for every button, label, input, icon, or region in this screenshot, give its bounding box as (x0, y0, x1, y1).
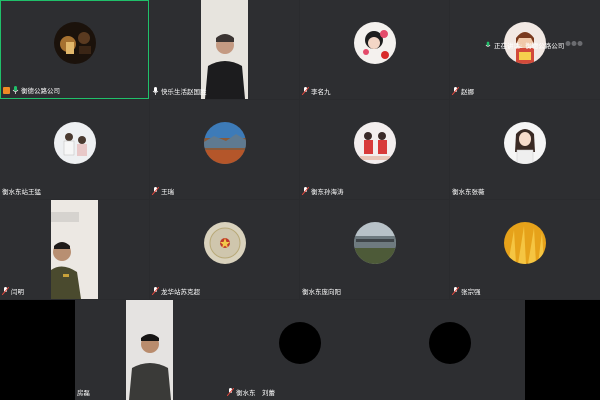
avatar (429, 322, 471, 364)
participant-name: 赵娜 (461, 88, 474, 96)
participant-name: 龙华站苏克超 (161, 288, 200, 296)
avatar (353, 21, 396, 64)
mic-muted-icon (452, 287, 459, 295)
speaking-indicator: 正在讲话: 衡德公路公司 (485, 40, 564, 50)
empty-area-left (0, 300, 75, 400)
participant-label: 衡水东站王猛 (2, 186, 41, 196)
avatar (353, 221, 396, 264)
participant-name: 衡水东张薇 (452, 188, 485, 196)
more-options-icon[interactable] (565, 40, 583, 47)
participant-name: 王瑞 (161, 188, 174, 196)
mic-muted-icon (152, 287, 159, 295)
mic-muted-icon (227, 388, 234, 396)
participant-label: 衡水东庞向阳 (302, 286, 341, 296)
participant-tile-yan-ming[interactable]: 闫明 (0, 200, 149, 299)
participant-tile-unnamed[interactable] (375, 300, 525, 400)
participant-tile-wang-meng[interactable]: 衡水东站王猛 (0, 100, 149, 199)
participant-label: 龙华站苏克超 (152, 286, 200, 296)
avatar (353, 121, 396, 164)
participant-name: 张宗强 (461, 288, 481, 296)
participant-label: 李名九 (302, 86, 331, 96)
participant-tile-pang-xiangyang[interactable]: 衡水东庞向阳 (300, 200, 449, 299)
mic-on-icon (152, 87, 159, 95)
mic-muted-icon (152, 187, 159, 195)
participant-tile-su-kechao[interactable]: 龙华站苏克超 (150, 200, 299, 299)
avatar (504, 121, 546, 164)
mic-muted-icon (2, 287, 9, 295)
video-feed (51, 200, 98, 299)
mic-on-icon (485, 41, 491, 47)
participant-tile-zhang-wei[interactable]: 衡水东张薇 (450, 100, 600, 199)
mic-muted-icon (452, 87, 459, 95)
video-feed (201, 0, 248, 99)
mic-muted-icon (302, 187, 309, 195)
participant-name: 衡水东站王猛 (2, 188, 41, 196)
participant-tile-hengde-company[interactable]: 衡德公路公司 (0, 0, 149, 99)
participant-label: 快乐生活赵国胜 (152, 86, 207, 96)
participant-label: 房磊 (77, 387, 90, 397)
participant-tile-li-mingjiu[interactable]: 李名九 (300, 0, 449, 99)
participant-name: 衡德公路公司 (21, 87, 60, 95)
participant-tile-zhao-guosheng[interactable]: 快乐生活赵国胜 (150, 0, 299, 99)
participant-name: 闫明 (11, 288, 24, 296)
avatar (53, 21, 96, 64)
participant-label: 衡水东 刘蕾 (227, 387, 275, 397)
avatar (279, 322, 321, 364)
participant-label: 衡德公路公司 (3, 85, 60, 95)
participant-name: 快乐生活赵国胜 (161, 88, 207, 96)
participant-name: 衡水东 刘蕾 (236, 389, 275, 397)
participant-name: 李名九 (311, 88, 331, 96)
participant-label: 衡东孙海涛 (302, 186, 344, 196)
participant-tile-fang-lei[interactable]: 房磊 (75, 300, 225, 400)
avatar (53, 121, 96, 164)
empty-area-right (525, 300, 600, 400)
participant-tile-zhang-zongqiang[interactable]: 张宗强 (450, 200, 600, 299)
avatar (203, 121, 246, 164)
participant-label: 赵娜 (452, 86, 474, 96)
participant-name: 房磊 (77, 389, 90, 397)
avatar (504, 221, 546, 264)
mic-muted-icon (302, 87, 309, 95)
participant-name: 衡东孙海涛 (311, 188, 344, 196)
mic-on-icon (12, 86, 19, 94)
participant-tile-sun-haitao[interactable]: 衡东孙海涛 (300, 100, 449, 199)
speaking-prefix: 正在讲话: (494, 42, 523, 50)
participant-label: 闫明 (2, 286, 24, 296)
participant-label: 衡水东张薇 (452, 186, 485, 196)
participant-name: 衡水东庞向阳 (302, 288, 341, 296)
participant-label: 张宗强 (452, 286, 481, 296)
host-icon (3, 86, 10, 94)
participant-tile-wang-rui[interactable]: 王瑞 (150, 100, 299, 199)
participant-tile-liu-lei[interactable]: 衡水东 刘蕾 (225, 300, 375, 400)
speaking-name: 衡德公路公司 (525, 42, 565, 50)
participant-label: 王瑞 (152, 186, 174, 196)
video-feed (126, 300, 173, 400)
avatar (203, 221, 246, 264)
